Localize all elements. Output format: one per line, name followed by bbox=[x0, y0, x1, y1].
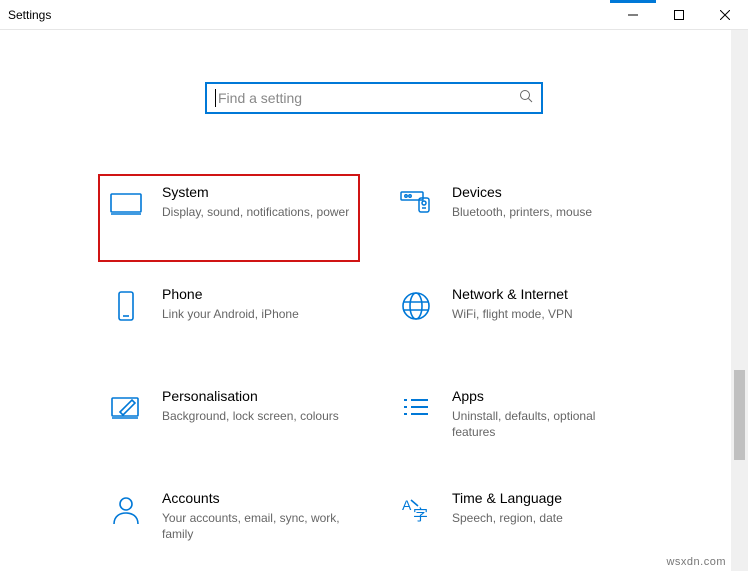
tile-text: Devices Bluetooth, printers, mouse bbox=[452, 184, 592, 220]
search-wrap: Find a setting bbox=[0, 82, 748, 114]
search-input[interactable]: Find a setting bbox=[205, 82, 543, 114]
search-placeholder: Find a setting bbox=[218, 90, 519, 106]
search-icon bbox=[519, 89, 533, 108]
tile-system[interactable]: System Display, sound, notifications, po… bbox=[98, 174, 360, 262]
tile-title: Accounts bbox=[162, 490, 352, 506]
tile-network[interactable]: Network & Internet WiFi, flight mode, VP… bbox=[388, 276, 650, 364]
person-icon bbox=[108, 492, 144, 528]
tile-text: Time & Language Speech, region, date bbox=[452, 490, 563, 526]
tile-title: Apps bbox=[452, 388, 642, 404]
language-icon: A字 bbox=[398, 492, 434, 528]
paint-icon bbox=[108, 390, 144, 426]
minimize-button[interactable] bbox=[610, 0, 656, 30]
tile-sub: Speech, region, date bbox=[452, 510, 563, 526]
tile-title: System bbox=[162, 184, 349, 200]
phone-icon bbox=[108, 288, 144, 324]
tile-sub: Your accounts, email, sync, work, family bbox=[162, 510, 352, 542]
tile-sub: WiFi, flight mode, VPN bbox=[452, 306, 573, 322]
tile-time-language[interactable]: A字 Time & Language Speech, region, date bbox=[388, 480, 650, 568]
scrollbar-thumb[interactable] bbox=[734, 370, 745, 460]
window-controls bbox=[610, 0, 748, 29]
window-title: Settings bbox=[8, 8, 51, 22]
list-icon bbox=[398, 390, 434, 426]
settings-grid: System Display, sound, notifications, po… bbox=[98, 174, 650, 568]
tile-sub: Background, lock screen, colours bbox=[162, 408, 339, 424]
close-button[interactable] bbox=[702, 0, 748, 30]
tile-text: Network & Internet WiFi, flight mode, VP… bbox=[452, 286, 573, 322]
close-icon bbox=[720, 10, 730, 20]
tile-title: Network & Internet bbox=[452, 286, 573, 302]
tile-sub: Uninstall, defaults, optional features bbox=[452, 408, 642, 440]
titlebar: Settings bbox=[0, 0, 748, 30]
tile-devices[interactable]: Devices Bluetooth, printers, mouse bbox=[388, 174, 650, 262]
tile-title: Devices bbox=[452, 184, 592, 200]
tile-text: System Display, sound, notifications, po… bbox=[162, 184, 349, 220]
tile-title: Time & Language bbox=[452, 490, 563, 506]
maximize-button[interactable] bbox=[656, 0, 702, 30]
devices-icon bbox=[398, 186, 434, 222]
tile-title: Personalisation bbox=[162, 388, 339, 404]
tile-accounts[interactable]: Accounts Your accounts, email, sync, wor… bbox=[98, 480, 360, 568]
tile-title: Phone bbox=[162, 286, 299, 302]
tile-text: Apps Uninstall, defaults, optional featu… bbox=[452, 388, 642, 440]
tile-personalisation[interactable]: Personalisation Background, lock screen,… bbox=[98, 378, 360, 466]
tile-sub: Bluetooth, printers, mouse bbox=[452, 204, 592, 220]
minimize-icon bbox=[628, 10, 638, 20]
tile-text: Personalisation Background, lock screen,… bbox=[162, 388, 339, 424]
tile-phone[interactable]: Phone Link your Android, iPhone bbox=[98, 276, 360, 364]
watermark: wsxdn.com bbox=[666, 556, 726, 568]
tile-sub: Link your Android, iPhone bbox=[162, 306, 299, 322]
tile-text: Phone Link your Android, iPhone bbox=[162, 286, 299, 322]
globe-icon bbox=[398, 288, 434, 324]
vertical-scrollbar[interactable] bbox=[731, 30, 748, 571]
tile-text: Accounts Your accounts, email, sync, wor… bbox=[162, 490, 352, 542]
tile-apps[interactable]: Apps Uninstall, defaults, optional featu… bbox=[388, 378, 650, 466]
maximize-icon bbox=[674, 10, 684, 20]
tile-sub: Display, sound, notifications, power bbox=[162, 204, 349, 220]
svg-text:A: A bbox=[402, 497, 412, 513]
text-cursor bbox=[215, 89, 216, 107]
accent-strip bbox=[610, 0, 656, 3]
svg-text:字: 字 bbox=[413, 507, 428, 524]
display-icon bbox=[108, 186, 144, 222]
